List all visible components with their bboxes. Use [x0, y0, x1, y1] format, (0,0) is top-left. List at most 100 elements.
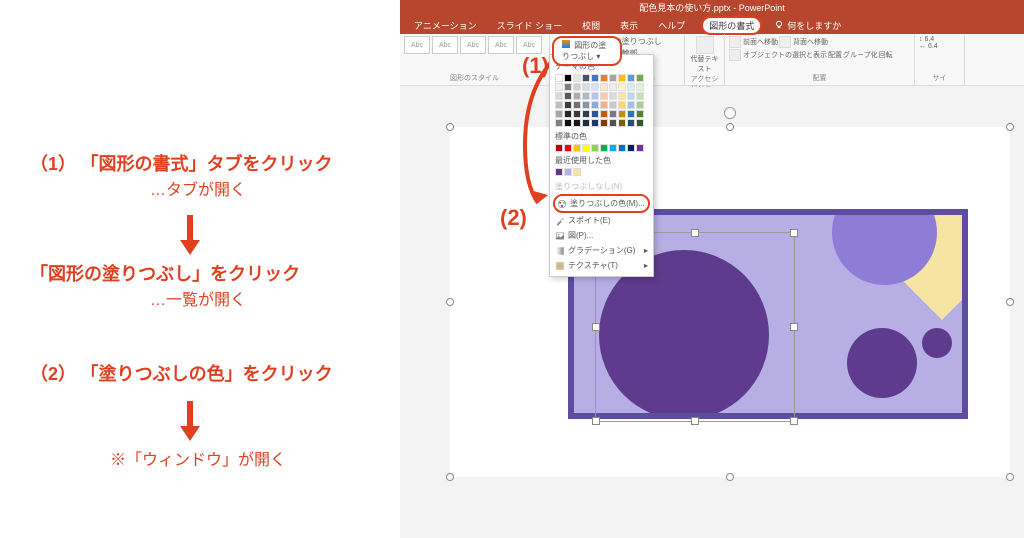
shape-style-preset[interactable]: Abc [432, 36, 458, 54]
resize-handle[interactable] [1006, 473, 1014, 481]
resize-handle[interactable] [726, 123, 734, 131]
height-input[interactable]: ↕ 6.4 [919, 36, 960, 43]
color-swatch[interactable] [564, 144, 572, 152]
color-swatch[interactable] [618, 119, 626, 127]
color-swatch[interactable] [582, 119, 590, 127]
color-swatch[interactable] [627, 83, 635, 91]
tab-review[interactable]: 校閲 [578, 17, 604, 34]
color-swatch[interactable] [573, 144, 581, 152]
resize-handle[interactable] [790, 417, 798, 425]
color-swatch[interactable] [555, 110, 563, 118]
resize-handle[interactable] [790, 229, 798, 237]
color-swatch[interactable] [591, 110, 599, 118]
color-swatch[interactable] [627, 92, 635, 100]
color-swatch[interactable] [600, 110, 608, 118]
color-swatch[interactable] [564, 101, 572, 109]
more-colors-item[interactable]: 塗りつぶしの色(M)... [553, 194, 650, 213]
color-swatch[interactable] [564, 92, 572, 100]
color-swatch[interactable] [573, 110, 581, 118]
color-swatch[interactable] [600, 119, 608, 127]
resize-handle[interactable] [691, 417, 699, 425]
tab-animation[interactable]: アニメーション [410, 17, 481, 34]
color-swatch[interactable] [573, 74, 581, 82]
send-backward-button[interactable]: 背面へ移動 [779, 36, 828, 48]
color-swatch[interactable] [636, 101, 644, 109]
color-swatch[interactable] [564, 168, 572, 176]
color-swatch[interactable] [573, 101, 581, 109]
resize-handle[interactable] [1006, 123, 1014, 131]
color-swatch[interactable] [555, 119, 563, 127]
resize-handle[interactable] [592, 323, 600, 331]
color-swatch[interactable] [591, 119, 599, 127]
color-swatch[interactable] [582, 83, 590, 91]
color-swatch[interactable] [555, 168, 563, 176]
color-swatch[interactable] [564, 110, 572, 118]
gradient-item[interactable]: グラデーション(G) ▸ [553, 243, 650, 258]
color-swatch[interactable] [618, 83, 626, 91]
resize-handle[interactable] [691, 229, 699, 237]
color-swatch[interactable] [600, 101, 608, 109]
tab-slideshow[interactable]: スライド ショー [493, 17, 567, 34]
slide-canvas-area[interactable] [400, 87, 1024, 537]
align-button[interactable]: 配置 [828, 49, 842, 61]
resize-handle[interactable] [446, 298, 454, 306]
color-swatch[interactable] [609, 101, 617, 109]
color-swatch[interactable] [627, 101, 635, 109]
color-swatch[interactable] [600, 83, 608, 91]
resize-handle[interactable] [726, 473, 734, 481]
texture-item[interactable]: テクスチャ(T) ▸ [553, 258, 650, 273]
tab-view[interactable]: 表示 [616, 17, 642, 34]
tab-shape-format[interactable]: 図形の書式 [701, 16, 762, 35]
color-swatch[interactable] [573, 168, 581, 176]
color-swatch[interactable] [582, 74, 590, 82]
color-swatch[interactable] [636, 110, 644, 118]
color-swatch[interactable] [582, 92, 590, 100]
no-fill-item[interactable]: 塗りつぶしなし(N) [553, 179, 650, 194]
tell-me-search[interactable]: 何をしますか [774, 19, 841, 32]
color-swatch[interactable] [591, 92, 599, 100]
color-swatch[interactable] [609, 110, 617, 118]
color-swatch[interactable] [627, 74, 635, 82]
color-swatch[interactable] [636, 74, 644, 82]
color-swatch[interactable] [609, 83, 617, 91]
picture-item[interactable]: 図(P)... [553, 228, 650, 243]
color-swatch[interactable] [618, 144, 626, 152]
color-swatch[interactable] [627, 144, 635, 152]
color-swatch[interactable] [600, 144, 608, 152]
color-swatch[interactable] [618, 92, 626, 100]
alt-text-button[interactable] [696, 36, 714, 54]
color-swatch[interactable] [609, 144, 617, 152]
resize-handle[interactable] [790, 323, 798, 331]
color-swatch[interactable] [636, 83, 644, 91]
shape-style-preset[interactable]: Abc [404, 36, 430, 54]
color-swatch[interactable] [582, 101, 590, 109]
color-swatch[interactable] [627, 110, 635, 118]
color-swatch[interactable] [555, 74, 563, 82]
bring-forward-button[interactable]: 前面へ移動 [729, 36, 778, 48]
resize-handle[interactable] [592, 417, 600, 425]
color-swatch[interactable] [555, 92, 563, 100]
color-swatch[interactable] [564, 83, 572, 91]
color-swatch[interactable] [609, 119, 617, 127]
color-swatch[interactable] [555, 101, 563, 109]
color-swatch[interactable] [618, 110, 626, 118]
color-swatch[interactable] [564, 119, 572, 127]
color-swatch[interactable] [591, 144, 599, 152]
shape-style-preset[interactable]: Abc [460, 36, 486, 54]
color-swatch[interactable] [573, 119, 581, 127]
shape-fill-dropdown[interactable]: 図形の塗りつぶし ▾ [552, 36, 622, 66]
color-swatch[interactable] [582, 110, 590, 118]
color-swatch[interactable] [618, 74, 626, 82]
color-swatch[interactable] [591, 101, 599, 109]
selection-pane-button[interactable]: オブジェクトの選択と表示 [729, 49, 827, 61]
color-swatch[interactable] [609, 92, 617, 100]
tab-help[interactable]: ヘルプ [654, 17, 689, 34]
color-swatch[interactable] [555, 144, 563, 152]
rotate-button[interactable]: 回転 [879, 49, 893, 61]
width-input[interactable]: ↔ 6.4 [919, 43, 960, 50]
color-swatch[interactable] [555, 83, 563, 91]
color-swatch[interactable] [573, 83, 581, 91]
group-button[interactable]: グループ化 [843, 49, 878, 61]
color-swatch[interactable] [618, 101, 626, 109]
rotate-handle[interactable] [724, 107, 736, 119]
